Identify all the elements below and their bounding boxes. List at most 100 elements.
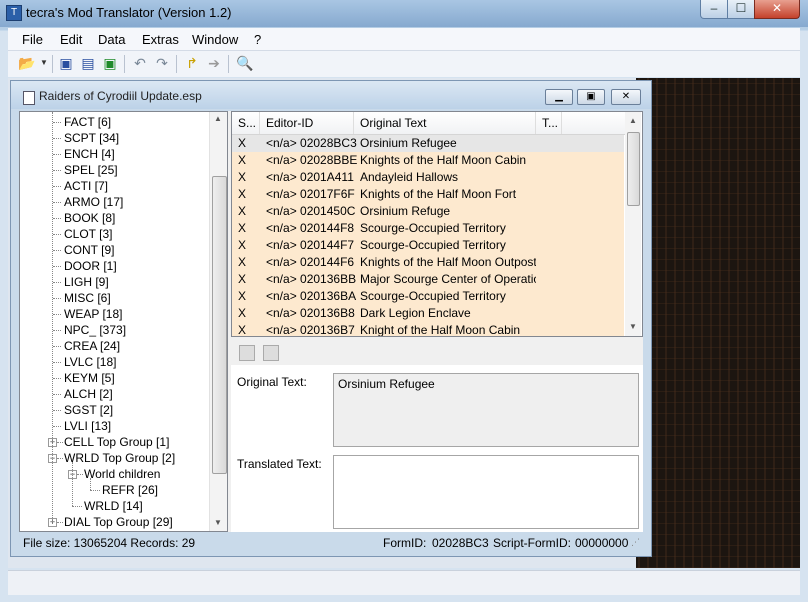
tree-item[interactable]: ALCH [2] bbox=[20, 386, 208, 402]
tree-item-dial-group[interactable]: + DIAL Top Group [29] bbox=[20, 514, 208, 530]
document-minimize-button[interactable]: ▁ bbox=[545, 89, 573, 105]
scroll-down-icon[interactable]: ▼ bbox=[214, 518, 222, 527]
tree-connector bbox=[53, 218, 61, 219]
tree-item-refr[interactable]: REFR [26] bbox=[20, 482, 208, 498]
column-editor-id[interactable]: Editor-ID bbox=[260, 112, 354, 134]
record-tree[interactable]: FACT [6] SCPT [34] ENCH [4] SPEL [25] ACTI [… bbox=[19, 111, 228, 532]
document-close-button[interactable]: ✕ bbox=[611, 89, 641, 105]
close-button[interactable]: ✕ bbox=[754, 0, 800, 19]
tree-item[interactable]: SGST [2] bbox=[20, 402, 208, 418]
tree-scrollbar[interactable]: ▲ ▼ bbox=[209, 112, 227, 531]
translate-icon[interactable]: ↱ bbox=[184, 55, 200, 71]
tree-item[interactable]: CREA [24] bbox=[20, 338, 208, 354]
scroll-down-icon[interactable]: ▼ bbox=[629, 322, 637, 331]
list-scroll-thumb[interactable] bbox=[627, 132, 640, 206]
resize-grip-icon[interactable]: ⋰ bbox=[631, 537, 640, 548]
table-row[interactable]: X <n/a> 02028BC3 Orsinium Refugee bbox=[232, 135, 624, 152]
tree-item-wrld[interactable]: WRLD [14] bbox=[20, 498, 208, 514]
table-row[interactable]: X <n/a> 020144F8 Scourge-Occupied Territor… bbox=[232, 220, 624, 237]
tree-scroll-thumb[interactable] bbox=[212, 176, 227, 474]
tree-item[interactable]: SPEL [25] bbox=[20, 162, 208, 178]
next-icon[interactable]: ➔ bbox=[206, 55, 222, 71]
menu-edit[interactable]: Edit bbox=[60, 32, 82, 47]
table-row[interactable]: X <n/a> 0201A411 Andayleid Hallows bbox=[232, 169, 624, 186]
document-body: FACT [6] SCPT [34] ENCH [4] SPEL [25] ACTI [… bbox=[19, 111, 643, 532]
row-editor-id: <n/a> 02017F6F bbox=[266, 187, 355, 201]
undo-icon[interactable]: ↶ bbox=[132, 55, 148, 71]
row-original-text: Knights of the Half Moon Outpost bbox=[360, 255, 536, 269]
document-maximize-button[interactable]: ▣ bbox=[577, 89, 605, 105]
tree-connector bbox=[72, 506, 82, 507]
save-as-icon[interactable]: ▤ bbox=[80, 55, 96, 71]
table-row[interactable]: X <n/a> 020144F7 Scourge-Occupied Territor… bbox=[232, 237, 624, 254]
scroll-up-icon[interactable]: ▲ bbox=[629, 116, 637, 125]
tree-item-label: DOOR [1] bbox=[64, 259, 117, 273]
column-status[interactable]: S... bbox=[232, 112, 260, 134]
open-dropdown-icon[interactable]: ▼ bbox=[36, 55, 52, 71]
tree-item[interactable]: DOOR [1] bbox=[20, 258, 208, 274]
menu-extras[interactable]: Extras bbox=[142, 32, 179, 47]
menu-window[interactable]: Window bbox=[192, 32, 238, 47]
tree-item[interactable]: CLOT [3] bbox=[20, 226, 208, 242]
table-row[interactable]: X <n/a> 02017F6F Knights of the Half Moon … bbox=[232, 186, 624, 203]
file-info: File size: 13065204 Records: 29 bbox=[23, 536, 196, 550]
menu-data[interactable]: Data bbox=[98, 32, 125, 47]
row-status: X bbox=[238, 306, 247, 320]
record-list[interactable]: S... Editor-ID Original Text T... X <n/a>… bbox=[231, 111, 643, 337]
toolbar-separator bbox=[228, 55, 229, 73]
tree-item[interactable]: NPC_ [373] bbox=[20, 322, 208, 338]
list-scrollbar[interactable]: ▲ ▼ bbox=[625, 112, 641, 336]
table-row[interactable]: X <n/a> 020136BB Major Scourge Center of O… bbox=[232, 271, 624, 288]
menu-help[interactable]: ? bbox=[254, 32, 261, 47]
tree-item-wrld-group[interactable]: − WRLD Top Group [2] bbox=[20, 450, 208, 466]
tree-item[interactable]: SCPT [34] bbox=[20, 130, 208, 146]
tree-connector bbox=[53, 314, 61, 315]
save-icon[interactable]: ▣ bbox=[58, 55, 74, 71]
search-icon[interactable]: 🔍 bbox=[236, 55, 253, 71]
save-all-icon[interactable]: ▣ bbox=[102, 55, 118, 71]
tree-item[interactable]: ACTI [7] bbox=[20, 178, 208, 194]
translated-text-input[interactable] bbox=[333, 455, 639, 529]
tree-item-label: CLOT [3] bbox=[64, 227, 113, 241]
tree-item[interactable]: LVLI [13] bbox=[20, 418, 208, 434]
table-row[interactable]: X <n/a> 020136BA Scourge-Occupied Territor… bbox=[232, 288, 624, 305]
tree-item[interactable]: BOOK [8] bbox=[20, 210, 208, 226]
maximize-button[interactable]: ☐ bbox=[727, 0, 755, 19]
open-folder-icon[interactable]: 📂 bbox=[18, 55, 35, 71]
tree-item-label: NPC_ [373] bbox=[64, 323, 127, 337]
save-record-all-icon[interactable] bbox=[263, 345, 279, 361]
row-status: X bbox=[238, 238, 247, 252]
tree-item-cell-group[interactable]: + CELL Top Group [1] bbox=[20, 434, 208, 450]
original-text-box: Orsinium Refugee bbox=[333, 373, 639, 447]
table-row[interactable]: X <n/a> 020144F6 Knights of the Half Moon … bbox=[232, 254, 624, 271]
minimize-button[interactable]: ‒ bbox=[700, 0, 728, 19]
tree-item[interactable]: ENCH [4] bbox=[20, 146, 208, 162]
tree-connector bbox=[57, 522, 63, 523]
save-record-icon[interactable] bbox=[239, 345, 255, 361]
tree-item-label: SCPT [34] bbox=[64, 131, 120, 145]
menu-file[interactable]: File bbox=[22, 32, 43, 47]
tree-item-world-children[interactable]: − World children bbox=[20, 466, 208, 482]
tree-item[interactable]: CONT [9] bbox=[20, 242, 208, 258]
table-row[interactable]: X <n/a> 02028BBE Knights of the Half Moon … bbox=[232, 152, 624, 169]
row-original-text: Knight of the Half Moon Cabin bbox=[360, 323, 521, 337]
tree-item[interactable]: LIGH [9] bbox=[20, 274, 208, 290]
tree-item-label: LIGH [9] bbox=[64, 275, 109, 289]
scroll-up-icon[interactable]: ▲ bbox=[214, 114, 222, 123]
tree-vertical-line bbox=[90, 478, 91, 490]
table-row[interactable]: X <n/a> 020136B7 Knight of the Half Moon C… bbox=[232, 322, 624, 337]
table-row[interactable]: X <n/a> 020136B8 Dark Legion Enclave bbox=[232, 305, 624, 322]
tree-item[interactable]: WEAP [18] bbox=[20, 306, 208, 322]
column-original-text[interactable]: Original Text bbox=[354, 112, 536, 134]
column-translated[interactable]: T... bbox=[536, 112, 562, 134]
row-status: X bbox=[238, 187, 247, 201]
table-row[interactable]: X <n/a> 0201450C Orsinium Refuge bbox=[232, 203, 624, 220]
tree-item[interactable]: LVLC [18] bbox=[20, 354, 208, 370]
app-title: tecra's Mod Translator (Version 1.2) bbox=[26, 5, 232, 20]
tree-item[interactable]: ARMO [17] bbox=[20, 194, 208, 210]
tree-item[interactable]: FACT [6] bbox=[20, 114, 208, 130]
tree-item[interactable]: MISC [6] bbox=[20, 290, 208, 306]
redo-icon[interactable]: ↷ bbox=[154, 55, 170, 71]
tree-item[interactable]: KEYM [5] bbox=[20, 370, 208, 386]
row-original-text: Knights of the Half Moon Cabin bbox=[360, 153, 527, 167]
